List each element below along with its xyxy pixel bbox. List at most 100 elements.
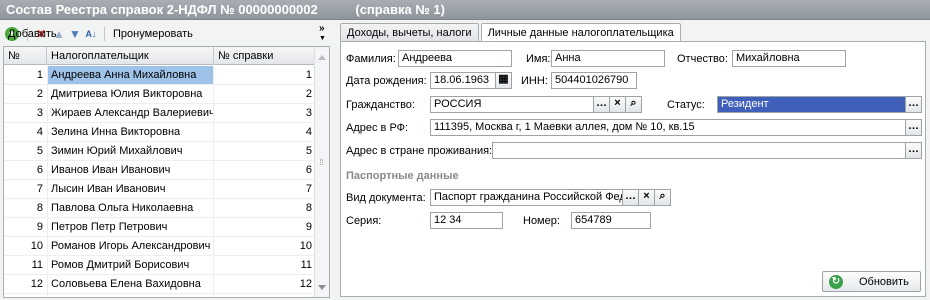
address-abroad-select-icon[interactable]: … xyxy=(906,142,922,159)
reference-number-cell: 13 xyxy=(214,294,315,297)
table-row[interactable]: 12 Соловьева Елена Вахидовна 12 xyxy=(4,275,315,294)
toolbar-more-icon[interactable]: » ▼ xyxy=(319,24,326,43)
reference-number-cell: 2 xyxy=(305,88,312,100)
name-field[interactable]: Анна xyxy=(551,50,665,67)
table-row[interactable]: 9 Петров Петр Петрович 9 xyxy=(4,218,315,237)
doc-type-open-icon[interactable]: ⌕ xyxy=(655,189,671,206)
table-row[interactable]: 13Хаев Виталий Борисович13 xyxy=(4,294,315,297)
row-number-cell: 3 xyxy=(36,107,43,119)
select-ellipsis-icon[interactable]: … xyxy=(594,96,610,113)
refresh-button[interactable]: ↻ Обновить xyxy=(822,271,921,292)
row-number-cell: 1 xyxy=(36,69,43,81)
citizenship-field[interactable]: РОССИЯ xyxy=(430,96,594,113)
patronymic-label: Отчество: xyxy=(677,53,728,65)
reference-number-cell: 9 xyxy=(305,221,312,233)
table-row[interactable]: 2 Дмитриева Юлия Викторовна 2 xyxy=(4,85,315,104)
calendar-icon[interactable]: ▦ xyxy=(496,72,512,89)
clear-icon[interactable]: × xyxy=(610,96,626,113)
taxpayer-cell: Зимин Юрий Михайлович xyxy=(47,142,214,160)
doc-type-field[interactable]: Паспорт гражданина Российской Феде xyxy=(430,189,623,206)
row-number-cell: 13 xyxy=(4,294,47,297)
passport-section-title: Паспортные данные xyxy=(346,170,459,182)
address-rf-select-icon[interactable]: … xyxy=(906,119,922,136)
reference-number-cell: 5 xyxy=(305,145,312,157)
table-scrollbar[interactable] xyxy=(314,47,329,297)
name-label: Имя: xyxy=(526,53,551,65)
taxpayer-cell: Хаев Виталий Борисович xyxy=(47,294,214,297)
add-button[interactable]: + Добавить xyxy=(3,25,57,43)
toolbar: + Добавить ✕ ▲ ▼ A↓ Пронумеровать xyxy=(3,24,333,44)
window-subtitle: (справка № 1) xyxy=(355,2,445,17)
row-number-cell: 11 xyxy=(31,259,43,271)
row-number-cell: 6 xyxy=(36,164,43,176)
doc-type-select-icon[interactable]: … xyxy=(623,189,639,206)
table-row[interactable]: 4 Зелина Инна Викторовна 4 xyxy=(4,123,315,142)
reference-number-cell: 6 xyxy=(305,164,312,176)
more-arrow-icon: ▼ xyxy=(319,35,326,42)
surname-field[interactable]: Андреева xyxy=(398,50,512,67)
tab-income-deductions[interactable]: Доходы, вычеты, налоги xyxy=(340,23,479,42)
citizenship-label: Гражданство: xyxy=(346,99,415,111)
table-row[interactable]: 6 Иванов Иван Иванович 6 xyxy=(4,161,315,180)
add-button-label: Добавить xyxy=(8,28,57,40)
address-rf-label: Адрес в РФ: xyxy=(346,122,409,134)
reference-number-cell: 4 xyxy=(305,126,312,138)
refresh-button-label: Обновить xyxy=(859,275,909,288)
row-number-cell: 10 xyxy=(30,240,43,252)
row-number-cell: 9 xyxy=(36,221,43,233)
status-select-icon[interactable]: … xyxy=(906,96,922,113)
taxpayer-cell: Дмитриева Юлия Викторовна xyxy=(47,85,214,103)
renumber-button[interactable]: Пронумеровать xyxy=(111,25,195,43)
birth-date-field[interactable]: 18.06.1963 xyxy=(430,72,496,89)
more-glyph: » xyxy=(319,23,325,34)
address-abroad-label: Адрес в стране проживания: xyxy=(346,145,493,157)
row-number-cell: 5 xyxy=(36,145,43,157)
inn-label: ИНН: xyxy=(521,75,548,87)
row-number-cell: 7 xyxy=(36,183,43,195)
table-body: 1 Андреева Анна Михайловна 1 2 Дмитриева Юли… xyxy=(4,66,315,297)
column-header-number[interactable]: № xyxy=(4,47,47,65)
window-title: Состав Реестра справок 2-НДФЛ № 00000000… xyxy=(6,2,318,17)
number-field[interactable]: 654789 xyxy=(571,212,651,229)
table-row[interactable]: 3 Жираев Александр Валериевич 3 xyxy=(4,104,315,123)
table-row[interactable]: 5 Зимин Юрий Михайлович 5 xyxy=(4,142,315,161)
taxpayer-cell: Лысин Иван Иванович xyxy=(47,180,214,198)
taxpayer-cell: Петров Петр Петрович xyxy=(47,218,214,236)
birth-date-label: Дата рождения: xyxy=(346,75,427,87)
open-search-icon[interactable]: ⌕ xyxy=(626,96,642,113)
taxpayer-cell: Иванов Иван Иванович xyxy=(47,161,214,179)
patronymic-field[interactable]: Михайловна xyxy=(732,50,846,67)
table-row[interactable]: 1 Андреева Анна Михайловна 1 xyxy=(4,66,315,85)
address-rf-field[interactable]: 111395, Москва г, 1 Маевки аллея, дом № … xyxy=(430,119,906,136)
taxpayer-cell: Андреева Анна Михайловна xyxy=(47,66,214,84)
reference-number-cell: 12 xyxy=(299,278,312,290)
reference-number-cell: 3 xyxy=(305,107,312,119)
taxpayer-cell: Ромов Дмитрий Борисович xyxy=(47,256,214,274)
sort-icon[interactable]: A↓ xyxy=(84,27,98,41)
taxpayer-cell: Павлова Ольга Николаевна xyxy=(47,199,214,217)
series-field[interactable]: 12 34 xyxy=(430,212,503,229)
renumber-button-label: Пронумеровать xyxy=(113,28,193,40)
address-abroad-field[interactable] xyxy=(492,142,906,159)
tab-personal-data[interactable]: Личные данные налогоплательщика xyxy=(480,23,681,43)
scroll-up-icon[interactable] xyxy=(318,55,326,60)
column-header-taxpayer[interactable]: Налогоплательщик xyxy=(47,47,214,65)
refresh-icon: ↻ xyxy=(829,274,843,289)
taxpayer-cell: Романов Игорь Александрович xyxy=(47,237,214,255)
reference-number-cell: 7 xyxy=(305,183,312,195)
scroll-thumb[interactable] xyxy=(320,159,323,165)
table-row[interactable]: 10 Романов Игорь Александрович 10 xyxy=(4,237,315,256)
reference-number-cell: 11 xyxy=(300,259,312,271)
table-row[interactable]: 8 Павлова Ольга Николаевна 8 xyxy=(4,199,315,218)
inn-field[interactable]: 504401026790 xyxy=(551,72,637,89)
number-label: Номер: xyxy=(523,215,560,227)
column-header-reference[interactable]: № справки xyxy=(214,47,315,65)
row-number-cell: 4 xyxy=(36,126,43,138)
status-field[interactable]: Резидент xyxy=(717,96,906,113)
scroll-down-icon[interactable] xyxy=(318,285,326,290)
table-row[interactable]: 11 Ромов Дмитрий Борисович 11 xyxy=(4,256,315,275)
table-row[interactable]: 7 Лысин Иван Иванович 7 xyxy=(4,180,315,199)
doc-type-clear-icon[interactable]: × xyxy=(639,189,655,206)
taxpayer-cell: Зелина Инна Викторовна xyxy=(47,123,214,141)
move-down-icon[interactable]: ▼ xyxy=(68,27,82,41)
